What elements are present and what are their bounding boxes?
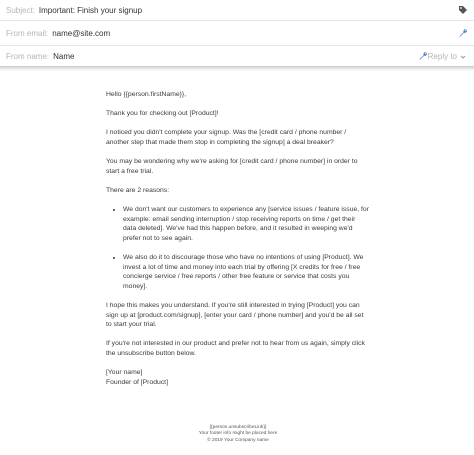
list-item: We also do it to discourage those who ha… (123, 253, 370, 291)
paragraph-why-asking: You may be wondering why we're asking fo… (106, 158, 358, 175)
wrench-icon[interactable] (418, 51, 428, 61)
signature-name: [Your name] (106, 369, 143, 377)
from-name-label: From name: (6, 51, 50, 61)
reasons-intro: There are 2 reasons: (106, 186, 170, 194)
from-email-input[interactable]: name@site.com (52, 29, 110, 38)
from-email-row: From email: name@site.com (0, 21, 474, 46)
email-footer: {{person.unsubscribeLink}} Your footer i… (106, 425, 370, 444)
reply-to-label: Reply to (427, 52, 457, 61)
signature: [Your name] Founder of [Product] (106, 368, 370, 387)
subject-row: Subject: Important: Finish your signup (0, 0, 474, 21)
copyright: © 2019 Your Company name (207, 437, 269, 443)
chevron-down-icon (460, 55, 466, 59)
paragraph-incomplete-signup: I noticed you didn't complete your signu… (106, 129, 347, 146)
signature-title: Founder of [Product] (106, 378, 168, 386)
list-item: We don't want our customers to experienc… (123, 205, 370, 243)
from-name-input[interactable]: Name (53, 52, 74, 61)
email-body: Hello {{person.firstName}}, Thank you fo… (106, 90, 370, 387)
paragraph-unsubscribe: If you're not interested in our product … (106, 340, 365, 358)
header-divider (0, 66, 474, 71)
tag-icon[interactable] (458, 5, 468, 15)
from-name-row: From name: Name (0, 46, 474, 66)
reasons-list: We don't want our customers to experienc… (106, 205, 370, 291)
paragraph-sign-up: I hope this makes you understand. If you… (106, 302, 364, 329)
greeting: Hello {{person.firstName}}, (106, 91, 187, 98)
subject-label: Subject: (6, 5, 35, 15)
reply-to-dropdown[interactable]: Reply to (428, 52, 466, 61)
subject-input[interactable]: Important: Finish your signup (39, 6, 142, 15)
from-email-label: From email: (6, 28, 49, 38)
wrench-icon[interactable] (458, 28, 468, 38)
thanks-paragraph: Thank you for checking out [Product]! (106, 110, 219, 118)
